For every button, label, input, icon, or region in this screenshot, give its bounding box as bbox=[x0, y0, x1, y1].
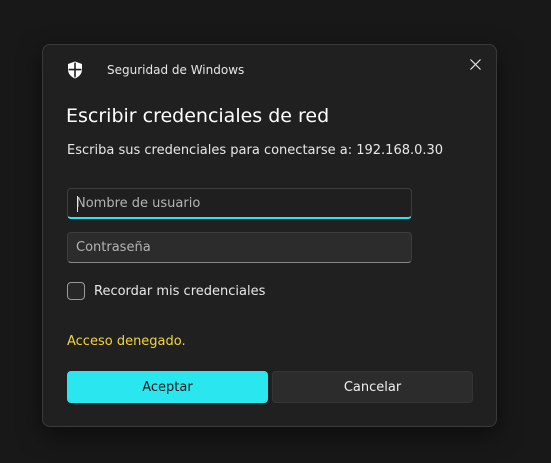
error-message: Acceso denegado. bbox=[67, 334, 186, 349]
password-field[interactable] bbox=[67, 232, 412, 263]
close-icon bbox=[469, 58, 481, 70]
remember-checkbox[interactable] bbox=[67, 282, 85, 300]
shield-icon bbox=[68, 61, 82, 79]
remember-credentials[interactable]: Recordar mis credenciales bbox=[67, 282, 265, 300]
remember-label: Recordar mis credenciales bbox=[94, 283, 266, 299]
text-caret bbox=[77, 196, 78, 212]
close-button[interactable] bbox=[461, 51, 489, 77]
accept-button[interactable]: Aceptar bbox=[67, 371, 268, 403]
connection-description: Escriba sus credenciales para conectarse… bbox=[67, 143, 444, 158]
username-field[interactable] bbox=[67, 188, 412, 219]
window-title: Seguridad de Windows bbox=[107, 63, 245, 77]
password-input[interactable] bbox=[68, 233, 411, 262]
username-input[interactable] bbox=[68, 189, 411, 217]
dialog-heading: Escribir credenciales de red bbox=[66, 105, 330, 127]
cancel-button[interactable]: Cancelar bbox=[272, 371, 473, 403]
credentials-dialog: Seguridad de Windows Escribir credencial… bbox=[42, 44, 497, 427]
